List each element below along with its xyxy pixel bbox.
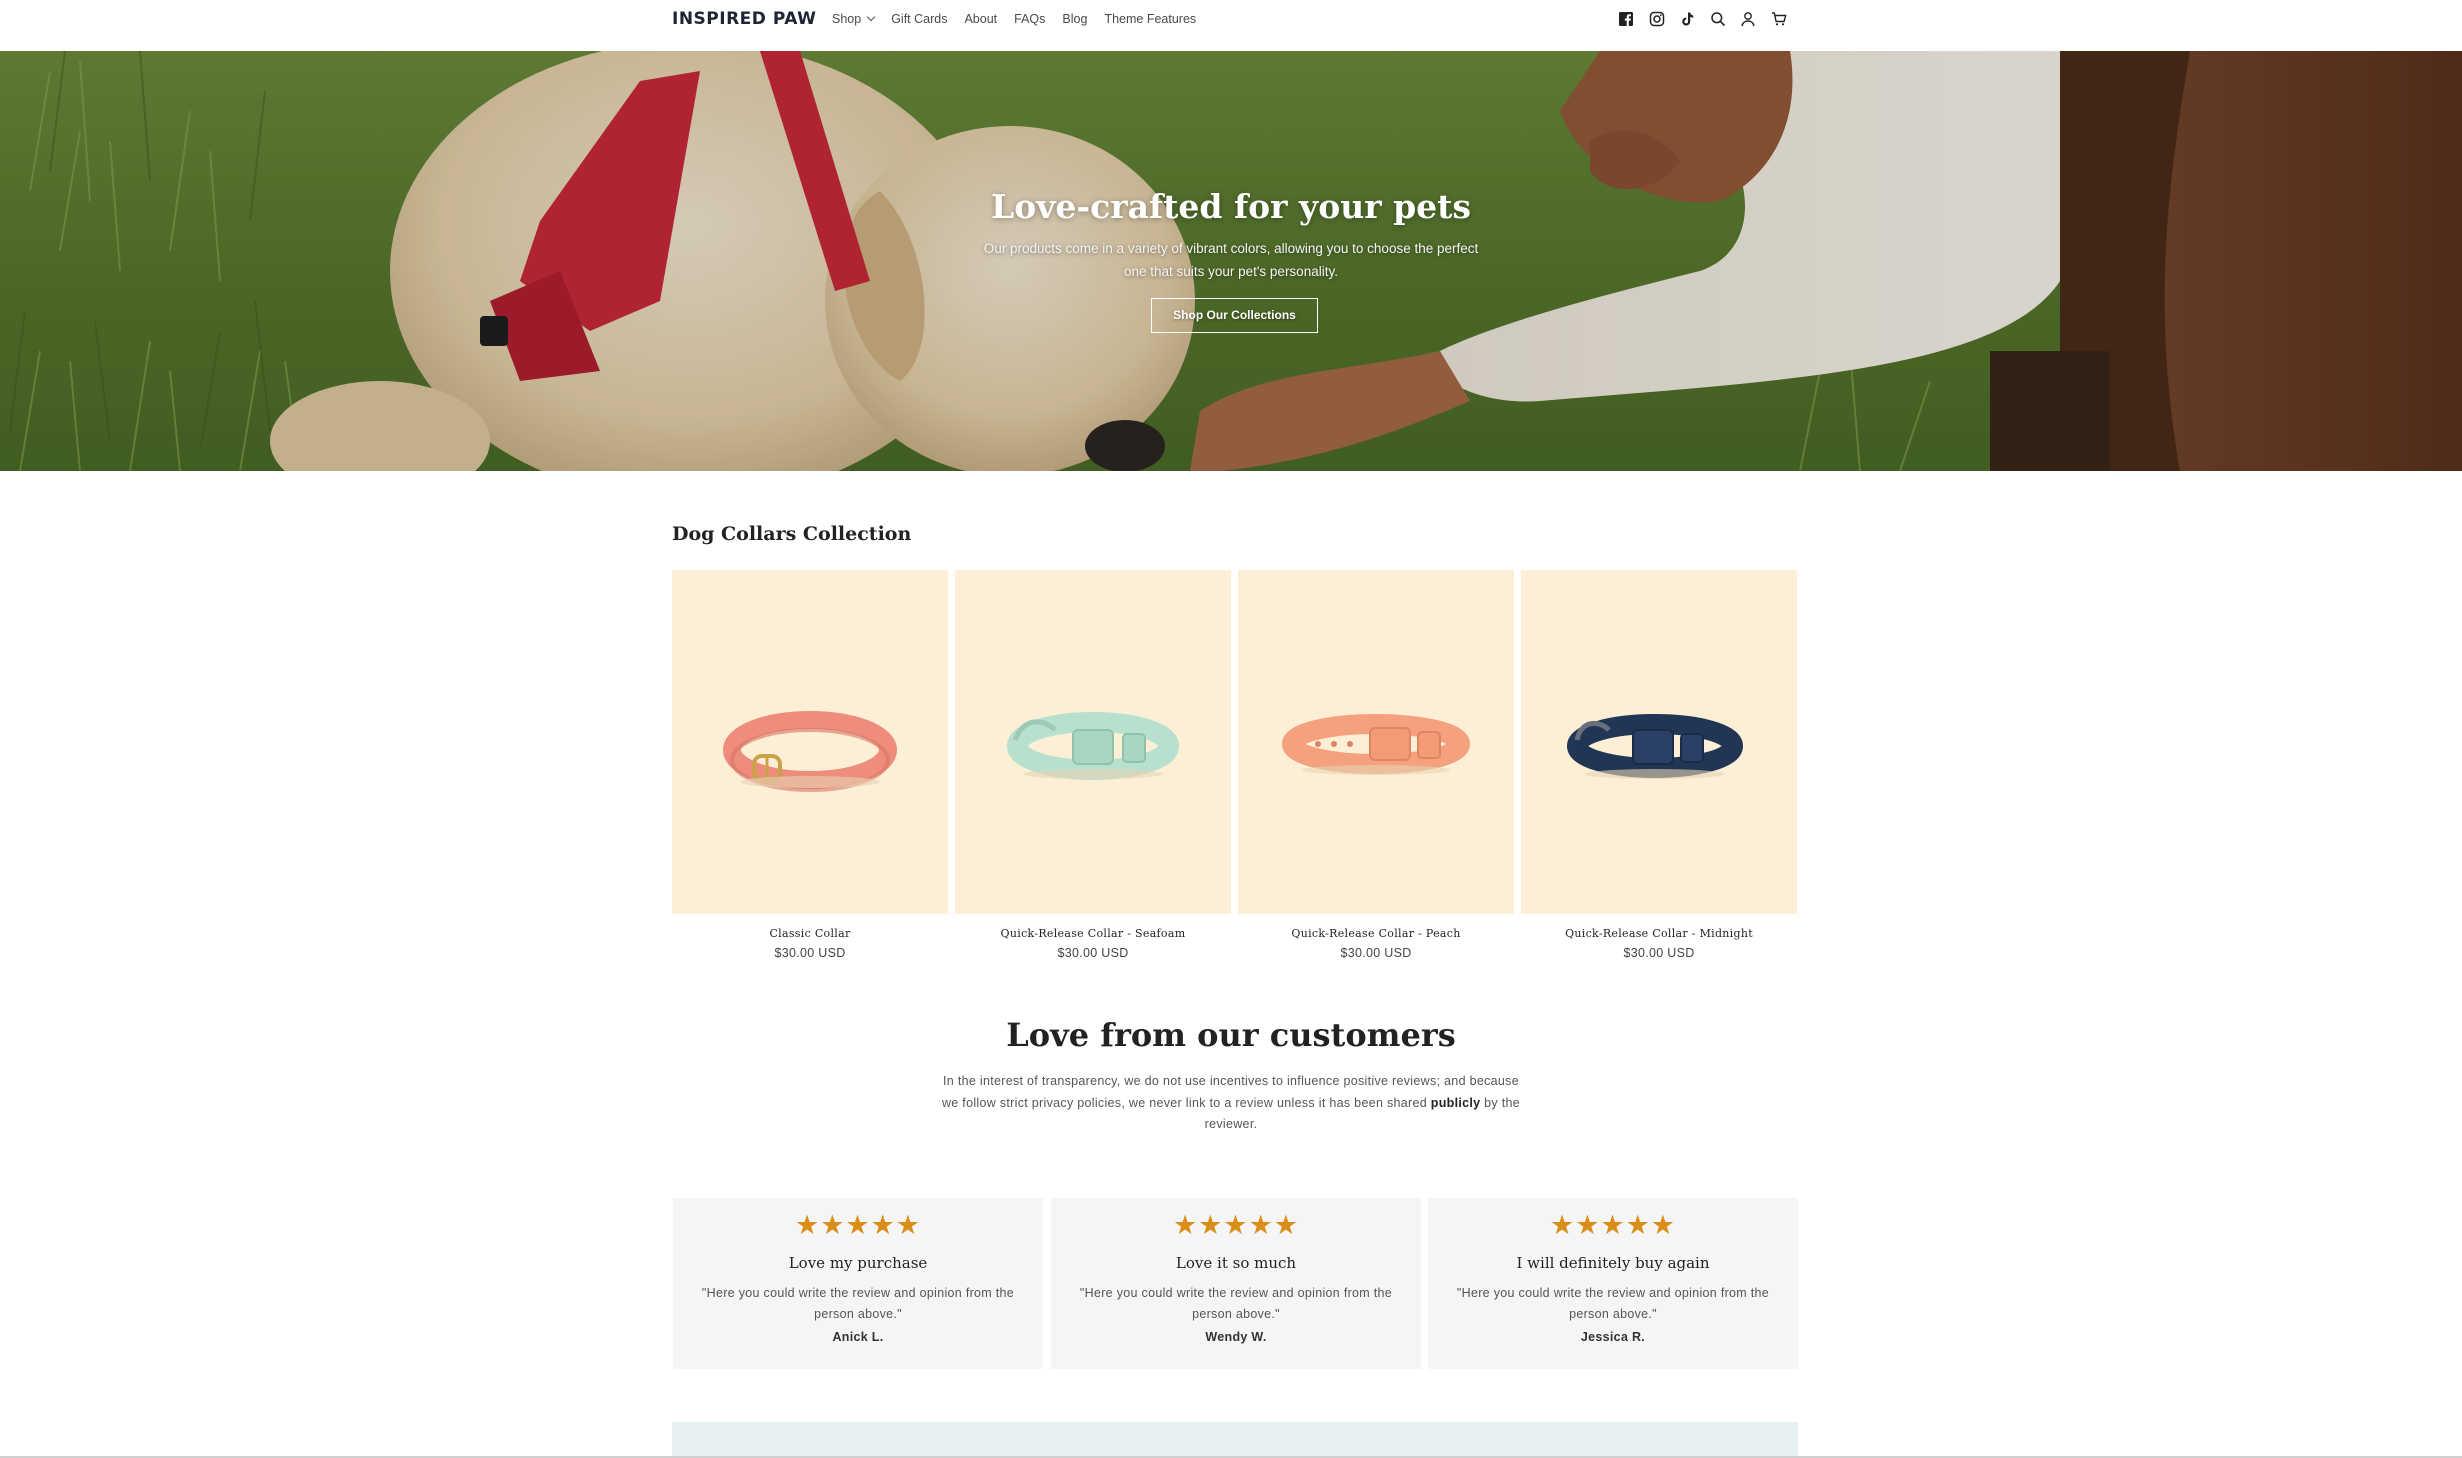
collection-title[interactable]: Dog Collars Collection [672, 520, 911, 548]
review-title: I will definitely buy again [1516, 1254, 1710, 1272]
product-price: $30.00 USD [774, 946, 846, 960]
product-image[interactable] [1521, 570, 1797, 914]
review-text: "Here you could write the review and opi… [701, 1286, 1015, 1321]
nav-faqs[interactable]: FAQs [1014, 11, 1045, 27]
review-text: "Here you could write the review and opi… [1456, 1286, 1770, 1321]
nav-gift-cards[interactable]: Gift Cards [891, 11, 947, 27]
collar-icon [1282, 714, 1470, 775]
next-section-banner [672, 1422, 1798, 1458]
chevron-down-icon [866, 12, 876, 22]
product-name[interactable]: Quick-Release Collar - Peach [1238, 927, 1514, 941]
search-icon[interactable] [1709, 10, 1727, 28]
review-title: Love it so much [1175, 1254, 1297, 1272]
reviews-intro-bold: publicly [1430, 1095, 1481, 1110]
product-price: $30.00 USD [1623, 946, 1695, 960]
hero-content: Love-crafted for your pets Our products … [0, 51, 2462, 471]
product-image[interactable] [672, 570, 948, 914]
instagram-icon[interactable] [1648, 10, 1666, 28]
account-icon[interactable] [1739, 10, 1757, 28]
product-name[interactable]: Quick-Release Collar - Seafoam [955, 927, 1231, 941]
nav-theme-features[interactable]: Theme Features [1104, 11, 1196, 27]
facebook-icon[interactable] [1617, 10, 1635, 28]
review-card: ★★★★★ I will definitely buy again "Here … [1428, 1198, 1798, 1369]
hero-banner: Love-crafted for your pets Our products … [0, 51, 2462, 471]
nav-shop-label: Shop [832, 12, 862, 26]
header-icons [1617, 10, 1800, 28]
tiktok-icon[interactable] [1678, 10, 1696, 28]
hero-title: Love-crafted for your pets [991, 187, 1471, 226]
product-image[interactable] [1238, 570, 1514, 914]
product-card-midnight[interactable]: Quick-Release Collar - Midnight $30.00 U… [1521, 570, 1797, 970]
star-rating-icon: ★★★★★ [1549, 1210, 1677, 1241]
reviews-title: Love from our customers [1006, 1016, 1456, 1054]
collar-icon [723, 711, 897, 792]
product-card-peach[interactable]: Quick-Release Collar - Peach $30.00 USD [1238, 570, 1514, 970]
review-author: Anick L. [832, 1330, 884, 1344]
nav-blog[interactable]: Blog [1062, 11, 1087, 27]
nav-about[interactable]: About [964, 11, 997, 27]
product-name[interactable]: Classic Collar [672, 927, 948, 941]
cart-icon[interactable] [1770, 10, 1788, 28]
product-price: $30.00 USD [1057, 946, 1129, 960]
collar-icon [1567, 714, 1743, 779]
star-rating-icon: ★★★★★ [1172, 1210, 1300, 1241]
review-author: Jessica R. [1580, 1330, 1646, 1344]
product-image[interactable] [955, 570, 1231, 914]
collar-icon [1007, 712, 1179, 780]
product-price: $30.00 USD [1340, 946, 1412, 960]
product-grid: Classic Collar $30.00 USD Quick-Release … [672, 570, 1798, 970]
review-card: ★★★★★ Love it so much "Here you could wr… [1051, 1198, 1421, 1369]
review-card: ★★★★★ Love my purchase "Here you could w… [673, 1198, 1043, 1369]
site-header: INSPIRED PAW Shop Gift Cards About FAQs … [0, 0, 2462, 51]
review-title: Love my purchase [788, 1254, 928, 1272]
review-author: Wendy W. [1205, 1330, 1267, 1344]
nav-shop[interactable]: Shop [832, 11, 876, 27]
reviews-intro: In the interest of transparency, we do n… [940, 1071, 1522, 1136]
product-card-seafoam[interactable]: Quick-Release Collar - Seafoam $30.00 US… [955, 570, 1231, 970]
site-logo[interactable]: INSPIRED PAW [672, 8, 816, 30]
product-card-classic-collar[interactable]: Classic Collar $30.00 USD [672, 570, 948, 970]
shop-collections-button[interactable]: Shop Our Collections [1151, 298, 1318, 333]
hero-subtitle: Our products come in a variety of vibran… [983, 241, 1479, 279]
main-nav: Shop Gift Cards About FAQs Blog Theme Fe… [832, 11, 1213, 27]
review-text: "Here you could write the review and opi… [1079, 1286, 1393, 1321]
product-name[interactable]: Quick-Release Collar - Midnight [1521, 927, 1797, 941]
star-rating-icon: ★★★★★ [794, 1210, 922, 1241]
